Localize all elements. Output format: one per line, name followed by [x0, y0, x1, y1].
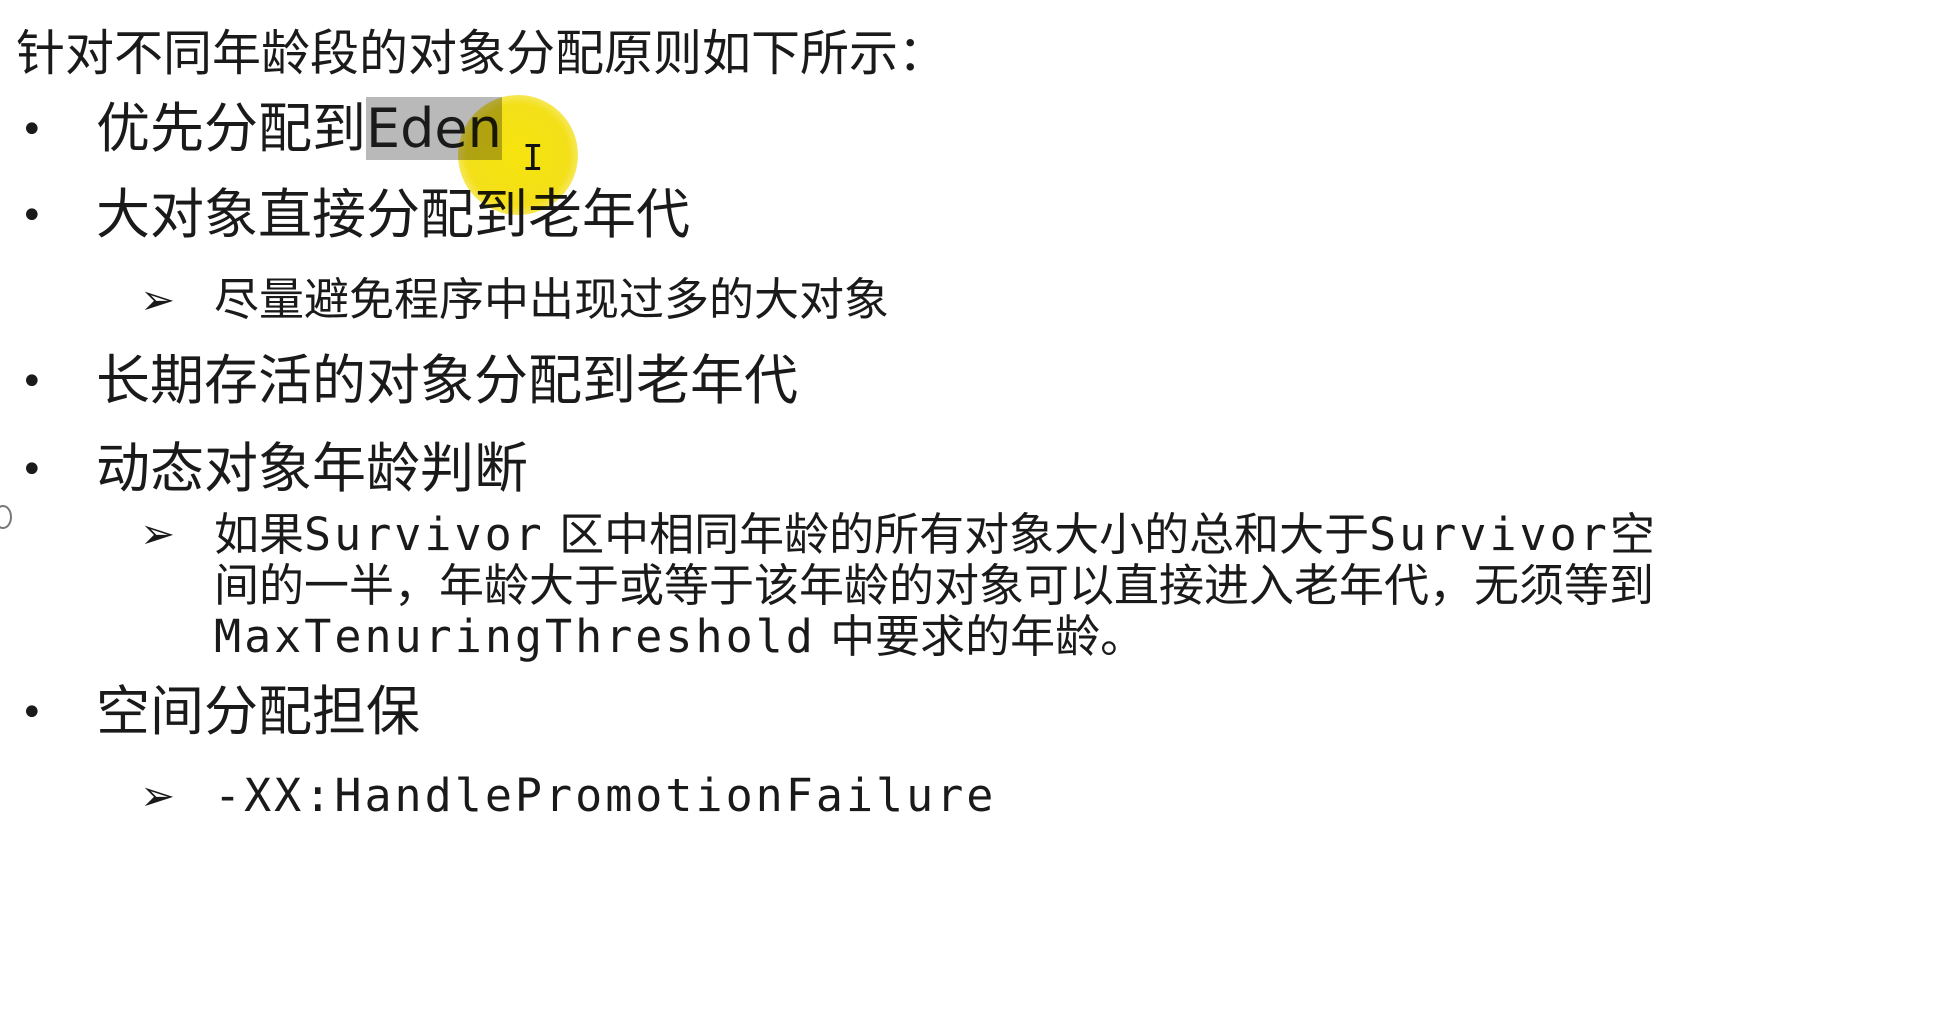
- bullet-item-large-objects: • 大对象直接分配到老年代: [20, 182, 690, 249]
- bullet-dot: •: [20, 107, 44, 153]
- bullet-item-dynamic-age: • 动态对象年龄判断: [20, 436, 528, 503]
- cursor-highlight-icon: [458, 95, 578, 215]
- bullet-dot: •: [20, 447, 44, 493]
- code-max-tenuring-threshold: MaxTenuringThreshold: [214, 610, 816, 663]
- bullet-text-prefix: 优先分配到: [96, 97, 366, 160]
- survivor-rule-line-3: MaxTenuringThreshold 中要求的年龄。: [214, 610, 1146, 663]
- arrow-bullet-icon: ➢: [140, 509, 176, 558]
- bullet-dot: •: [20, 193, 44, 239]
- arrow-bullet-icon: ➢: [140, 771, 176, 820]
- edge-marker: [0, 505, 12, 529]
- intro-heading: 针对不同年龄段的对象分配原则如下所示：: [16, 25, 948, 82]
- bullet-item-long-lived: • 长期存活的对象分配到老年代: [20, 348, 798, 415]
- text-cursor-icon: I: [522, 138, 544, 179]
- bullet-text: 空间分配担保: [96, 680, 420, 743]
- bullet-text: 动态对象年龄判断: [96, 437, 528, 500]
- bullet-text: 大对象直接分配到老年代: [96, 183, 690, 246]
- code-handle-promotion-failure: -XX:HandlePromotionFailure: [214, 769, 997, 822]
- bullet-dot: •: [20, 690, 44, 736]
- bullet-dot: •: [20, 359, 44, 405]
- arrow-bullet-icon: ➢: [140, 275, 176, 324]
- bullet-text: 长期存活的对象分配到老年代: [96, 349, 798, 412]
- slide: 针对不同年龄段的对象分配原则如下所示： • 优先分配到Eden • 大对象直接分配到…: [0, 0, 1950, 1027]
- bullet-text: 优先分配到Eden: [96, 96, 502, 162]
- bullet-item-space-guarantee: • 空间分配担保: [20, 679, 420, 746]
- sub-item-text: 尽量避免程序中出现过多的大对象: [214, 273, 890, 326]
- bullet-item-eden: • 优先分配到Eden: [20, 96, 502, 163]
